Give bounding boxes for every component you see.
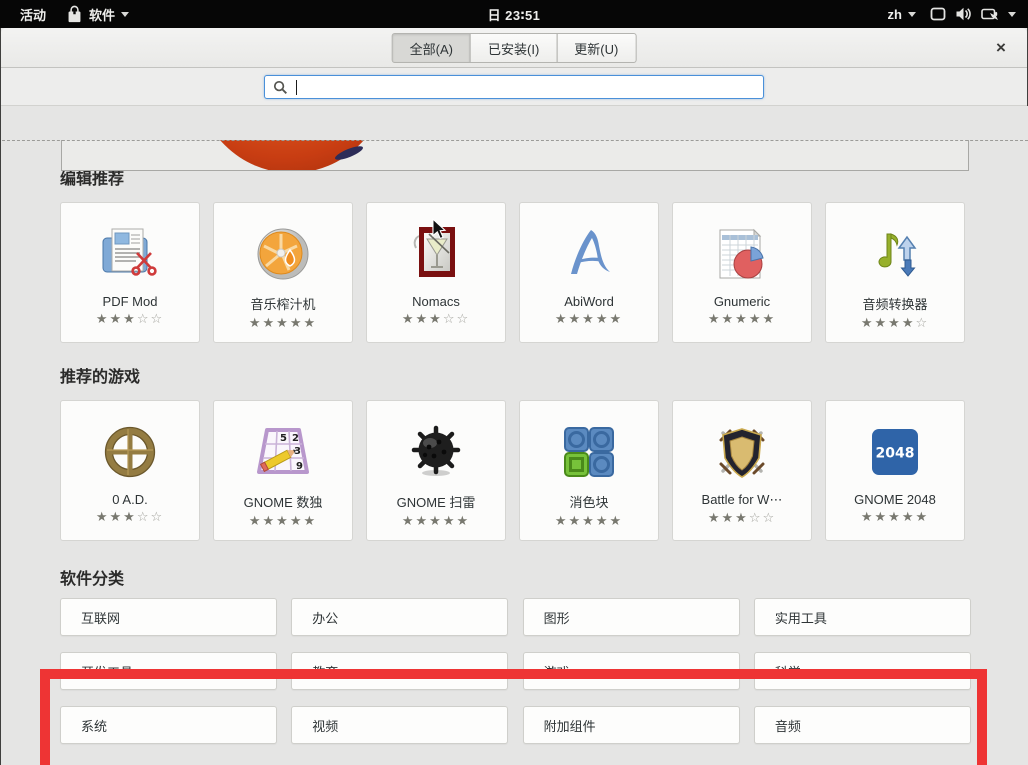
app-rating: ★★★★★ <box>555 312 623 326</box>
category-button[interactable]: 视频 <box>291 706 508 744</box>
search-strip <box>1 68 1027 106</box>
app-tile[interactable]: 0 A.D. ★★★☆☆ <box>60 400 200 541</box>
display-icon <box>930 6 946 22</box>
category-button[interactable]: 办公 <box>291 598 508 636</box>
app-name: Nomacs <box>412 294 460 309</box>
view-switcher: 全部(A) 已安装(I) 更新(U) <box>392 33 637 63</box>
chevron-down-icon <box>908 12 916 17</box>
top-bar: 活动 软件 日 23∶51 zh <box>0 0 1028 28</box>
app-name: PDF Mod <box>103 294 158 309</box>
app-tile[interactable]: 音频转换器 ★★★★☆ <box>825 202 965 343</box>
category-button[interactable]: 开发工具 <box>60 652 277 690</box>
gnome-mines-app-icon <box>404 420 468 484</box>
app-tile[interactable]: PDF Mod ★★★☆☆ <box>60 202 200 343</box>
chevron-down-icon <box>1008 12 1016 17</box>
abiword-app-icon <box>557 222 621 286</box>
category-button[interactable]: 教育 <box>291 652 508 690</box>
app-tile[interactable]: GNOME 扫雷 ★★★★★ <box>366 400 506 541</box>
keyboard-layout-button[interactable]: zh <box>882 0 922 28</box>
tab-installed[interactable]: 已安装(I) <box>470 33 557 63</box>
app-rating: ★★★☆☆ <box>96 312 164 326</box>
app-tile[interactable]: 消色块 ★★★★★ <box>519 400 659 541</box>
app-rating: ★★★☆☆ <box>402 312 470 326</box>
tab-updates[interactable]: 更新(U) <box>556 33 636 63</box>
app-name: GNOME 数独 <box>244 492 323 511</box>
content-area: 编辑推荐 PDF Mod ★★★☆☆ 音乐榨汁机 ★★★★★ <box>2 106 1028 765</box>
app-name: 音频转换器 <box>862 294 927 313</box>
zero-ad-app-icon <box>98 420 162 484</box>
app-name: Gnumeric <box>714 294 770 309</box>
gnumeric-app-icon <box>710 222 774 286</box>
section-title-categories: 软件分类 <box>60 565 124 589</box>
app-name: GNOME 扫雷 <box>397 492 476 511</box>
app-rating: ★★★★★ <box>402 514 470 528</box>
app-tile[interactable]: Nomacs ★★★☆☆ <box>366 202 506 343</box>
app-rating: ★★★★★ <box>249 316 317 330</box>
svg-text:9: 9 <box>296 461 303 472</box>
gnome-2048-app-icon: 2048 <box>863 420 927 484</box>
app-name: Battle for W⋯ <box>702 492 783 508</box>
search-input[interactable] <box>264 75 764 99</box>
section-title-recommended-games: 推荐的游戏 <box>60 363 140 387</box>
app-rating: ★★★★★ <box>555 514 623 528</box>
header-bar: 全部(A) 已安装(I) 更新(U) × <box>1 28 1027 68</box>
category-button[interactable]: 互联网 <box>60 598 277 636</box>
wesnoth-app-icon <box>710 420 774 484</box>
category-button[interactable]: 游戏 <box>523 652 740 690</box>
editors-picks-row: PDF Mod ★★★☆☆ 音乐榨汁机 ★★★★★ Nomacs ★★★☆☆ <box>60 202 965 343</box>
category-button[interactable]: 音频 <box>754 706 971 744</box>
keyboard-layout-label: zh <box>888 7 902 22</box>
app-tile[interactable]: 音乐榨汁机 ★★★★★ <box>213 202 353 343</box>
swell-foop-app-icon <box>557 420 621 484</box>
category-button[interactable]: 实用工具 <box>754 598 971 636</box>
app-name: 0 A.D. <box>112 492 147 507</box>
banner-artwork <box>197 140 387 171</box>
app-rating: ★★★★★ <box>708 312 776 326</box>
battery-charging-icon <box>981 6 999 22</box>
sound-converter-app-icon <box>863 222 927 286</box>
software-app-window: 全部(A) 已安装(I) 更新(U) × 编辑推荐 <box>0 28 1028 765</box>
app-name: AbiWord <box>564 294 614 309</box>
app-rating: ★★★★★ <box>861 510 929 524</box>
pdf-mod-app-icon <box>98 222 162 286</box>
gnome-sudoku-app-icon: 5239 <box>251 420 315 484</box>
svg-text:2: 2 <box>292 433 299 444</box>
category-button[interactable]: 系统 <box>60 706 277 744</box>
category-grid: 互联网 办公 图形 实用工具 开发工具 教育 游戏 科学 系统 视频 附加组件 … <box>60 598 971 744</box>
featured-banner[interactable] <box>61 140 969 171</box>
category-button[interactable]: 图形 <box>523 598 740 636</box>
screen: 活动 软件 日 23∶51 zh <box>0 0 1028 765</box>
close-button[interactable]: × <box>989 36 1013 60</box>
recommended-games-row: 0 A.D. ★★★☆☆ 5239 GNOME 数独 ★★★★★ <box>60 400 965 541</box>
search-icon <box>273 80 288 95</box>
app-rating: ★★★☆☆ <box>96 510 164 524</box>
app-tile[interactable]: 2048 GNOME 2048 ★★★★★ <box>825 400 965 541</box>
sound-juicer-app-icon <box>251 222 315 286</box>
app-rating: ★★★★★ <box>249 514 317 528</box>
app-tile[interactable]: Battle for W⋯ ★★★☆☆ <box>672 400 812 541</box>
category-button[interactable]: 科学 <box>754 652 971 690</box>
text-caret <box>296 80 297 95</box>
app-rating: ★★★★☆ <box>861 316 929 330</box>
volume-icon <box>955 6 972 22</box>
app-name: 消色块 <box>569 492 608 511</box>
scroll-divider <box>2 140 1028 141</box>
app-name: GNOME 2048 <box>854 492 936 507</box>
tab-all[interactable]: 全部(A) <box>392 33 471 63</box>
app-tile[interactable]: 5239 GNOME 数独 ★★★★★ <box>213 400 353 541</box>
svg-text:2048: 2048 <box>876 446 915 462</box>
app-rating: ★★★☆☆ <box>708 511 776 525</box>
app-tile[interactable]: AbiWord ★★★★★ <box>519 202 659 343</box>
svg-text:5: 5 <box>280 433 287 444</box>
app-name: 音乐榨汁机 <box>250 294 315 313</box>
app-tile[interactable]: Gnumeric ★★★★★ <box>672 202 812 343</box>
clock-button[interactable]: 日 23∶51 <box>0 5 1028 24</box>
system-status-button[interactable] <box>924 0 1022 28</box>
category-button[interactable]: 附加组件 <box>523 706 740 744</box>
nomacs-app-icon <box>404 222 468 286</box>
